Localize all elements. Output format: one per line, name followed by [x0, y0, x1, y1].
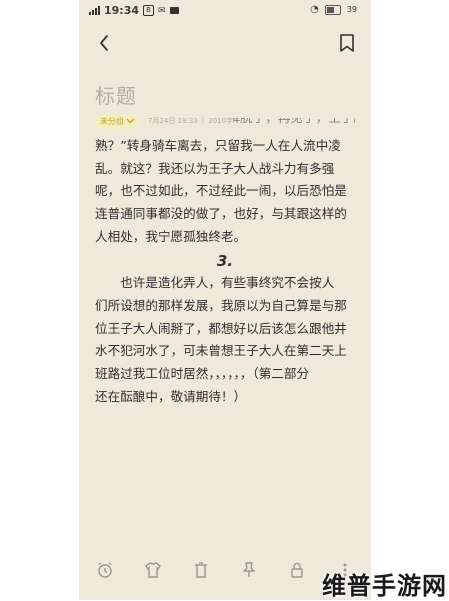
text-line: 人相处，我宁愿孤独终老。 [95, 228, 247, 244]
top-bar [79, 28, 371, 58]
video-icon [169, 7, 179, 14]
paragraph-2: 也许是造化弄人，有些事终究不会按人 们所设想的那样发展，我原以为自己算是与那 位… [95, 272, 355, 408]
text-line: 连普通同事都没的做了，也好，与其跟这样的 [95, 206, 347, 222]
theme-button[interactable] [143, 560, 163, 580]
status-right: ◔ 39 [310, 4, 357, 15]
note-body[interactable]: “—那么，我也终于可以解脱了，再见了，王子殿下……” 熟？”转身骑车离去，只留我… [95, 118, 355, 408]
message-icon: ✉ [158, 5, 166, 16]
status-bar: 19:34 B ✉ ◔ 39 [79, 0, 371, 22]
note-meta: 未分组 7月24日 19:33 | 2010字 [95, 113, 233, 129]
category-label: 未分组 [100, 116, 124, 126]
category-selector[interactable]: 未分组 [95, 113, 140, 129]
note-date: 7月24日 19:33 [148, 117, 198, 125]
delete-button[interactable] [191, 560, 211, 580]
battery-icon [324, 4, 341, 15]
meta-separator: | [201, 116, 205, 124]
text-line: 位王子大人闹掰了，都想好以后该怎么跟他井 [95, 320, 347, 336]
status-time: 19:34 [104, 4, 140, 17]
alarm-icon [98, 562, 112, 578]
battery-level: 39 [346, 5, 357, 14]
status-left: 19:34 B ✉ [89, 4, 179, 17]
bookmark-button[interactable] [337, 32, 357, 54]
pin-button[interactable] [239, 560, 259, 580]
text-line: 们所设想的那样发展，我原以为自己算是与那 [95, 297, 347, 313]
site-watermark: 维普手游网 [322, 572, 447, 600]
pin-icon [242, 562, 256, 577]
lock-button[interactable] [287, 560, 307, 580]
back-button[interactable] [95, 32, 115, 54]
note-title[interactable]: 标题 [95, 80, 137, 109]
notification-icon: B [143, 5, 155, 16]
word-count: 2010字 [208, 117, 233, 125]
text-line: 还在酝酿中，敬请期待！） [95, 388, 247, 404]
section-heading: 3. [216, 251, 234, 270]
text-line: 呢，也不过如此，不过经此一闹，以后恐怕是 [95, 183, 347, 199]
chevron-down-icon [126, 118, 135, 124]
signal-icon [89, 6, 100, 15]
trash-icon [195, 562, 207, 578]
text-line: 乱。就这？我还以为王子大人战斗力有多强 [95, 160, 335, 176]
meta-info: 7月24日 19:33 | 2010字 [148, 116, 233, 126]
text-line: 水不犯河水了，可未曾想王子大人在第二天上 [95, 343, 347, 359]
text-line: 熟？”转身骑车离去，只留我一人在人流中凌 [95, 138, 341, 153]
shirt-icon [145, 562, 161, 578]
text-line: 班路过我工位时居然，，，，，，（第二部分 [95, 366, 310, 382]
phone-screen: 19:34 B ✉ ◔ 39 标题 “—那么，我也终于可以解脱了，再见了，王子殿… [79, 0, 371, 600]
paragraph-1: 熟？”转身骑车离去，只留我一人在人流中凌 乱。就这？我还以为王子大人战斗力有多强… [95, 135, 355, 249]
text-line: 也许是造化弄人，有些事终究不会按人 [120, 275, 335, 291]
wifi-icon: ◔ [310, 4, 319, 15]
lock-icon [291, 562, 303, 578]
reminder-button[interactable] [95, 560, 115, 580]
bookmark-icon [340, 34, 354, 52]
chevron-left-icon [100, 35, 108, 51]
